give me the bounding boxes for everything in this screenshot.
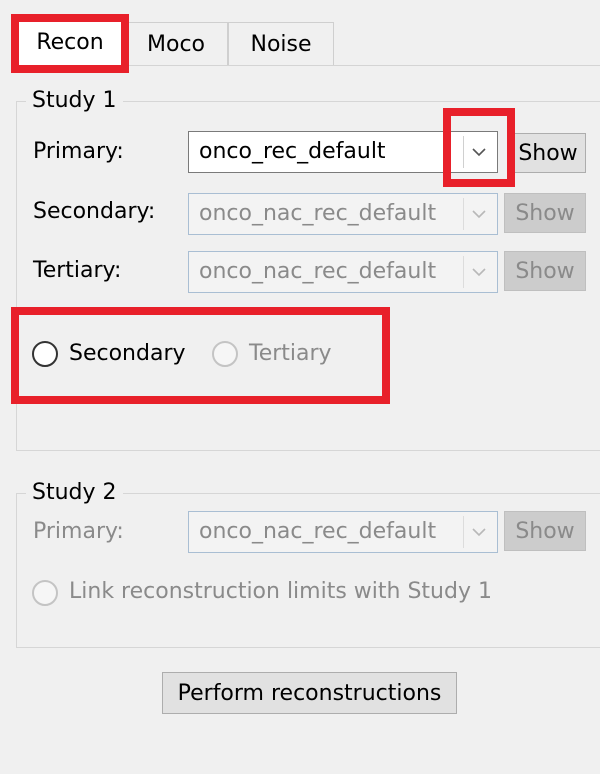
secondary-show-button[interactable]: Show [504,193,586,233]
study1-title: Study 1 [26,88,123,114]
tertiary-label: Tertiary: [33,258,122,283]
link-limits-radio[interactable] [32,580,58,606]
study2-show-button[interactable]: Show [504,511,586,551]
study2-title: Study 2 [26,480,123,506]
tab-moco[interactable]: Moco [124,22,228,66]
highlight-recon-tab [11,14,129,73]
study2-primary-combo[interactable]: onco_nac_rec_default [188,511,498,553]
tab-noise-label: Noise [250,32,312,57]
highlight-radio-row [11,307,390,404]
chevron-down-icon [463,516,493,548]
chevron-down-icon [463,256,493,288]
tertiary-show-button[interactable]: Show [504,251,586,291]
chevron-down-icon [463,198,493,230]
link-limits-label[interactable]: Link reconstruction limits with Study 1 [69,577,492,607]
tab-moco-label: Moco [147,32,205,57]
study2-primary-combo-value: onco_nac_rec_default [199,519,437,544]
secondary-label: Secondary: [33,199,156,224]
highlight-primary-dropdown [443,108,515,187]
tertiary-combo-value: onco_nac_rec_default [199,259,437,284]
primary-show-button[interactable]: Show [510,133,586,173]
perform-reconstructions-button[interactable]: Perform reconstructions [162,672,457,714]
primary-label: Primary: [33,139,124,164]
secondary-combo[interactable]: onco_nac_rec_default [188,193,498,235]
tertiary-combo[interactable]: onco_nac_rec_default [188,251,498,293]
tab-noise[interactable]: Noise [228,22,334,66]
study2-primary-label: Primary: [33,519,124,544]
secondary-combo-value: onco_nac_rec_default [199,201,437,226]
primary-combo-value: onco_rec_default [199,139,386,164]
